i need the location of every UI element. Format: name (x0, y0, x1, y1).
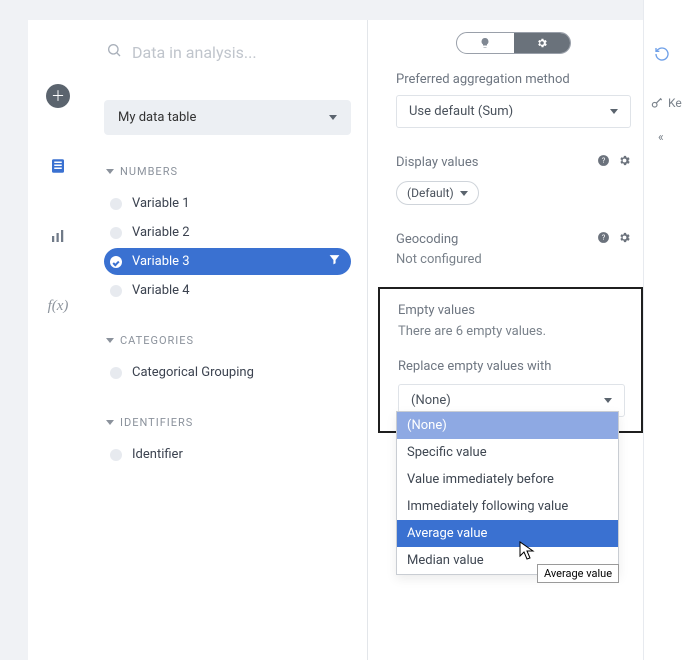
column-label: Variable 1 (132, 196, 190, 211)
empty-values-box: Empty values There are 6 empty values. R… (378, 287, 643, 433)
dropdown-option[interactable]: Specific value (397, 439, 618, 466)
display-value-chip[interactable]: (Default) (396, 181, 479, 205)
collapse-icon[interactable]: « (658, 130, 664, 144)
dropdown-option[interactable]: (None) (397, 412, 618, 439)
replace-value: (None) (411, 393, 451, 408)
type-dot-icon (110, 285, 122, 297)
column-item[interactable]: Categorical Grouping (104, 359, 351, 386)
caret-down-icon (604, 398, 612, 403)
data-table-select[interactable]: My data table (104, 100, 351, 135)
column-item[interactable]: Variable 1 (104, 190, 351, 217)
column-item[interactable]: Variable 2 (104, 219, 351, 246)
mode-idea-icon[interactable] (457, 33, 514, 53)
gear-icon[interactable] (618, 154, 631, 171)
chevron-down-icon (106, 420, 114, 425)
column-item-selected[interactable]: Variable 3 (104, 248, 351, 275)
type-dot-icon (110, 367, 122, 379)
search-input[interactable] (132, 43, 349, 62)
column-label: Variable 3 (132, 254, 190, 269)
key-icon-row[interactable]: Ke (650, 96, 682, 110)
caret-down-icon (329, 115, 337, 120)
dropdown-option[interactable]: Value immediately before (397, 466, 618, 493)
section-identifiers-header[interactable]: IDENTIFIERS (104, 416, 351, 429)
add-button[interactable]: ＋ (42, 80, 74, 112)
aggregation-label: Preferred aggregation method (396, 72, 631, 87)
column-label: Categorical Grouping (132, 365, 254, 380)
section-numbers-header[interactable]: NUMBERS (104, 165, 351, 178)
chevron-down-icon (106, 338, 114, 343)
dropdown-option[interactable]: Immediately following value (397, 493, 618, 520)
help-icon[interactable]: ? (597, 154, 610, 171)
tooltip: Average value (537, 564, 619, 583)
left-rail: ＋ f(x) (28, 20, 88, 660)
section-categories-label: CATEGORIES (120, 334, 194, 347)
gear-icon[interactable] (618, 231, 631, 248)
column-label: Variable 2 (132, 225, 190, 240)
search-icon (106, 42, 122, 62)
column-label: Identifier (132, 447, 183, 462)
section-numbers-label: NUMBERS (120, 165, 178, 178)
geocoding-label: Geocoding (396, 232, 458, 247)
help-icon[interactable]: ? (597, 231, 610, 248)
type-dot-icon (110, 449, 122, 461)
mode-toggle[interactable] (456, 32, 571, 54)
display-value: (Default) (407, 186, 454, 200)
data-panel-icon[interactable] (42, 150, 74, 182)
caret-down-icon (610, 109, 618, 114)
caret-down-icon (460, 191, 468, 196)
svg-text:?: ? (602, 233, 606, 242)
key-label: Ke (668, 96, 682, 110)
column-label: Variable 4 (132, 283, 190, 298)
chevron-down-icon (106, 169, 114, 174)
empty-title: Empty values (398, 303, 625, 318)
mode-settings-icon[interactable] (514, 33, 571, 53)
dropdown-option[interactable]: Average value (397, 520, 618, 547)
replace-dropdown: (None) Specific value Value immediately … (396, 411, 619, 575)
display-label: Display values (396, 155, 478, 170)
chart-icon[interactable] (42, 220, 74, 252)
aggregation-select[interactable]: Use default (Sum) (396, 95, 631, 128)
data-panel: My data table NUMBERS Variable 1 Variabl… (88, 20, 368, 660)
aggregation-value: Use default (Sum) (409, 104, 513, 119)
type-dot-icon (110, 198, 122, 210)
type-dot-icon (110, 227, 122, 239)
geocoding-value: Not configured (396, 252, 631, 267)
filter-icon[interactable] (328, 253, 341, 270)
column-item[interactable]: Variable 4 (104, 277, 351, 304)
column-item[interactable]: Identifier (104, 441, 351, 468)
data-table-value: My data table (118, 110, 196, 125)
replace-label: Replace empty values with (398, 359, 625, 374)
empty-count: There are 6 empty values. (398, 324, 625, 339)
section-categories-header[interactable]: CATEGORIES (104, 334, 351, 347)
svg-text:?: ? (602, 156, 606, 165)
section-identifiers-label: IDENTIFIERS (120, 416, 193, 429)
check-dot-icon (110, 256, 122, 268)
refresh-icon[interactable] (654, 46, 670, 66)
fx-icon[interactable]: f(x) (42, 290, 74, 322)
cursor-icon (519, 541, 535, 565)
